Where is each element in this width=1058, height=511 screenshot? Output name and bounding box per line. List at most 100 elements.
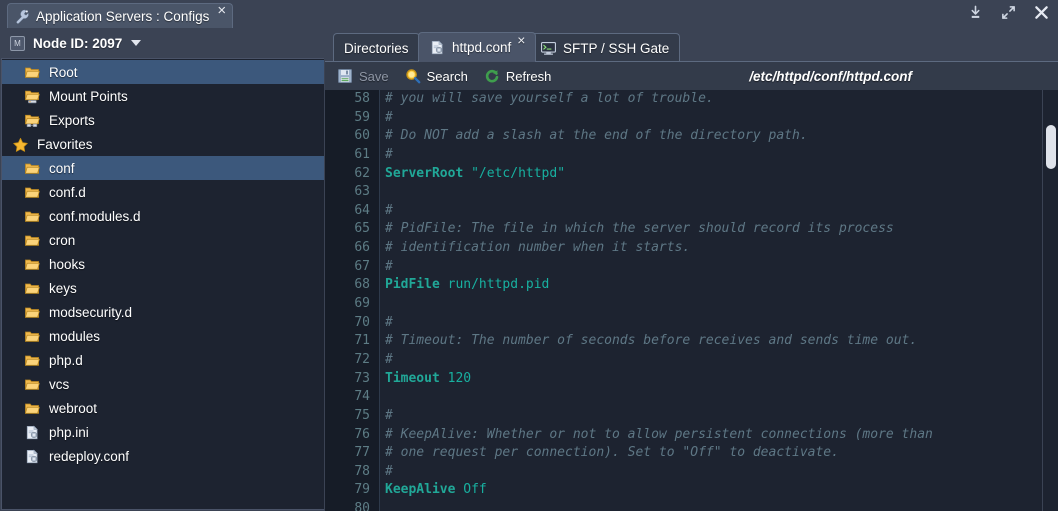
file-tree[interactable]: Root Mount Points Exports Favorites conf conf…	[1, 58, 324, 510]
tree-item-cron[interactable]: cron	[2, 228, 324, 252]
line-number: 79	[354, 482, 370, 498]
code-line[interactable]: PidFile run/httpd.pid	[381, 276, 1042, 295]
code-line[interactable]: # Timeout: The number of seconds before …	[381, 332, 1042, 351]
tab-label: httpd.conf	[452, 40, 512, 55]
code-line[interactable]: #	[381, 146, 1042, 165]
window-tab[interactable]: Application Servers : Configs ×	[7, 3, 234, 28]
line-number: 68	[354, 277, 370, 293]
code-directive: PidFile	[385, 277, 440, 293]
code-comment: #	[385, 258, 393, 274]
line-number: 70	[354, 314, 370, 330]
line-number-gutter: 58 59 60 61 62 63 64 65 66 67 68 69 70 71 72 73 74 75 76 77…	[325, 90, 380, 511]
code-line[interactable]: #	[381, 109, 1042, 128]
tree-item-conf[interactable]: conf	[2, 156, 324, 180]
refresh-button[interactable]: Refresh	[480, 64, 564, 88]
tree-item-php-ini[interactable]: php.ini	[2, 420, 324, 444]
line-number: 80	[354, 501, 370, 511]
tree-item-conf-d[interactable]: conf.d	[2, 180, 324, 204]
code-content[interactable]: # you will save yourself a lot of troubl…	[381, 90, 1042, 511]
content-pane: Directories httpd.conf × SFTP / SSH Gate Sa…	[325, 28, 1058, 511]
tree-item-label: conf.modules.d	[49, 208, 141, 224]
editor-vertical-scrollbar[interactable]	[1042, 90, 1058, 511]
maximize-button[interactable]	[1000, 4, 1017, 21]
code-line[interactable]: #	[381, 258, 1042, 277]
folder-open-icon	[24, 377, 41, 392]
folder-open-icon	[24, 209, 41, 224]
folder-open-icon	[24, 329, 41, 344]
refresh-arrow-icon	[484, 68, 500, 84]
tree-item-hooks[interactable]: hooks	[2, 252, 324, 276]
tree-item-label: conf.d	[49, 184, 86, 200]
tab-close-icon[interactable]: ×	[517, 33, 525, 47]
chevron-down-icon[interactable]	[131, 40, 142, 46]
code-line[interactable]: KeepAlive Off	[381, 481, 1042, 500]
refresh-label: Refresh	[505, 68, 552, 84]
folder-export-icon	[24, 113, 41, 128]
terminal-icon	[540, 41, 557, 56]
tab-strip: Directories httpd.conf × SFTP / SSH Gate	[325, 28, 1058, 62]
code-line[interactable]: # PidFile: The file in which the server …	[381, 220, 1042, 239]
code-line[interactable]: # you will save yourself a lot of troubl…	[381, 90, 1042, 109]
code-comment: #	[385, 463, 393, 479]
code-line[interactable]: Timeout 120	[381, 370, 1042, 389]
tree-item-redeploy-conf[interactable]: redeploy.conf	[2, 444, 324, 468]
tab-directories[interactable]: Directories	[333, 33, 420, 62]
code-line[interactable]	[381, 388, 1042, 407]
line-number: 61	[354, 146, 370, 162]
editor-toolbar: Save Search Refresh	[325, 62, 1058, 90]
tree-item-label: vcs	[49, 376, 70, 392]
close-window-button[interactable]	[1033, 4, 1050, 21]
line-number: 58	[354, 91, 370, 106]
title-bar: Application Servers : Configs ×	[0, 0, 1058, 28]
folder-open-icon	[24, 305, 41, 320]
tree-item-php-d[interactable]: php.d	[2, 348, 324, 372]
folder-open-icon	[24, 401, 41, 416]
code-line[interactable]	[381, 295, 1042, 314]
code-line[interactable]: #	[381, 463, 1042, 482]
search-label: Search	[426, 68, 468, 84]
window-tab-close-icon[interactable]: ×	[217, 3, 226, 18]
code-line[interactable]: #	[381, 407, 1042, 426]
tree-item-exports[interactable]: Exports	[2, 108, 324, 132]
node-selector[interactable]: M Node ID: 2097	[0, 28, 325, 58]
config-file-icon	[24, 449, 41, 464]
code-line[interactable]: # one request per connection). Set to "O…	[381, 444, 1042, 463]
folder-open-icon	[24, 185, 41, 200]
line-number: 69	[354, 296, 370, 312]
tab-label: Directories	[344, 40, 409, 56]
code-editor[interactable]: 58 59 60 61 62 63 64 65 66 67 68 69 70 71 72 73 74 75 76 77…	[325, 90, 1058, 511]
code-line[interactable]: #	[381, 351, 1042, 370]
code-comment: # PidFile: The file in which the server …	[385, 221, 894, 237]
tree-item-label: redeploy.conf	[49, 448, 130, 464]
tab-sftp-ssh-gate[interactable]: SFTP / SSH Gate	[529, 33, 681, 62]
tree-item-conf-modules-d[interactable]: conf.modules.d	[2, 204, 324, 228]
code-line[interactable]	[381, 500, 1042, 511]
code-line[interactable]: # KeepAlive: Whether or not to allow per…	[381, 426, 1042, 445]
code-comment: #	[385, 314, 393, 330]
tree-item-modsecurity-d[interactable]: modsecurity.d	[2, 300, 324, 324]
code-line[interactable]: #	[381, 202, 1042, 221]
tree-item-keys[interactable]: keys	[2, 276, 324, 300]
search-button[interactable]: Search	[401, 64, 480, 88]
line-number: 71	[354, 333, 370, 349]
tab-httpd-conf[interactable]: httpd.conf ×	[418, 32, 537, 62]
folder-open-icon	[24, 161, 41, 176]
code-line[interactable]: ServerRoot "/etc/httpd"	[381, 165, 1042, 184]
code-value: run/httpd.pid	[439, 277, 550, 293]
code-line[interactable]: #	[381, 314, 1042, 333]
tree-item-modules[interactable]: modules	[2, 324, 324, 348]
tree-item-favorites[interactable]: Favorites	[2, 132, 324, 156]
code-line[interactable]	[381, 183, 1042, 202]
tree-item-vcs[interactable]: vcs	[2, 372, 324, 396]
tree-item-mount-points[interactable]: Mount Points	[2, 84, 324, 108]
save-button[interactable]: Save	[333, 64, 401, 88]
line-number: 66	[354, 240, 370, 256]
line-number: 63	[354, 184, 370, 200]
code-line[interactable]: # Do NOT add a slash at the end of the d…	[381, 127, 1042, 146]
line-number: 74	[354, 389, 370, 405]
tree-item-webroot[interactable]: webroot	[2, 396, 324, 420]
minimize-to-tray-button[interactable]	[967, 4, 984, 21]
scrollbar-thumb[interactable]	[1046, 125, 1056, 169]
code-line[interactable]: # identification number when it starts.	[381, 239, 1042, 258]
tree-item-root[interactable]: Root	[2, 60, 324, 84]
